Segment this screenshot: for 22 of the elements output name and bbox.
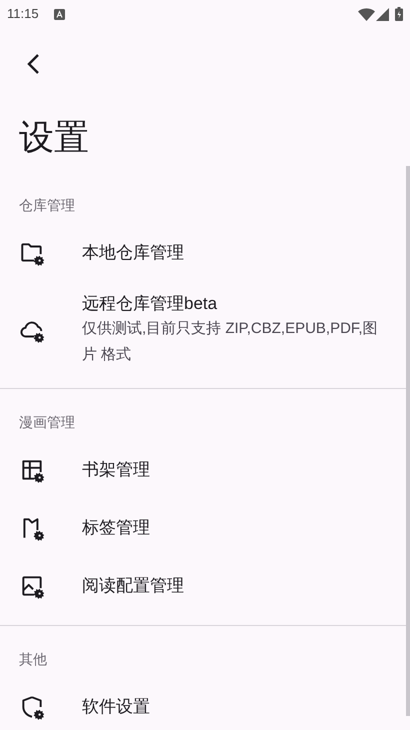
settings-item[interactable]: 本地仓库管理 bbox=[0, 224, 410, 282]
wifi-icon bbox=[358, 8, 375, 20]
settings-item[interactable]: 标签管理 bbox=[0, 499, 410, 557]
item-title: 远程仓库管理beta bbox=[82, 293, 218, 315]
signal-icon bbox=[376, 8, 389, 20]
section-header: 其他 bbox=[18, 650, 47, 668]
status-time: 11:15 bbox=[7, 5, 39, 24]
settings-item[interactable]: 远程仓库管理beta 仅供测试,目前只支持 ZIP,CBZ,EPUB,PDF,图片 格式 bbox=[0, 282, 410, 378]
settings-item[interactable]: 书架管理 bbox=[0, 441, 410, 499]
item-title: 书架管理 bbox=[82, 459, 150, 481]
item-title: 阅读配置管理 bbox=[82, 575, 184, 597]
battery-icon bbox=[395, 7, 403, 21]
section-header: 漫画管理 bbox=[18, 413, 75, 431]
section-header: 仓库管理 bbox=[18, 196, 75, 214]
item-title: 软件设置 bbox=[82, 696, 150, 718]
item-subtitle: 仅供测试,目前只支持 ZIP,CBZ,EPUB,PDF,图片 格式 bbox=[82, 319, 379, 365]
page-title: 设置 bbox=[18, 118, 89, 158]
settings-item[interactable]: 软件设置 bbox=[0, 678, 410, 730]
item-title: 本地仓库管理 bbox=[82, 242, 184, 264]
keyboard-app-icon bbox=[54, 8, 65, 20]
item-title: 标签管理 bbox=[82, 517, 150, 539]
settings-item[interactable]: 阅读配置管理 bbox=[0, 557, 410, 615]
